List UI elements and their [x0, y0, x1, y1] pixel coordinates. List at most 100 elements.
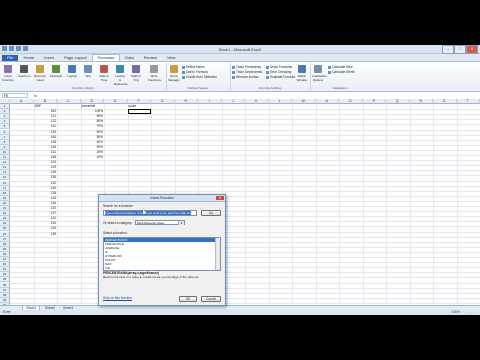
error-icon: [266, 70, 269, 74]
zoom-level[interactable]: 100%: [452, 310, 460, 315]
category-label: Or select a category:: [103, 221, 133, 225]
column-header[interactable]: A: [10, 99, 34, 104]
tab-data[interactable]: Data: [120, 55, 138, 61]
more-functions-button[interactable]: More Functions: [148, 65, 161, 82]
column-header[interactable]: E: [104, 99, 128, 104]
grid-line: [10, 236, 480, 238]
function-list[interactable]: PERCENTRANK PERCENTILE AVERAGE IF HYPERLINK C…: [103, 237, 221, 271]
logical-icon: [68, 65, 76, 73]
defined-names-group: Name Manager Define Name Use in Formula …: [166, 63, 231, 90]
column-header[interactable]: H: [174, 99, 198, 104]
column-header[interactable]: G: [151, 99, 175, 104]
column-header[interactable]: C: [57, 99, 81, 104]
tab-file[interactable]: File: [2, 55, 19, 61]
category-select[interactable]: Most Recently Used ▾: [135, 220, 185, 225]
grid-line: [10, 211, 480, 213]
cell-header[interactable]: SBP: [34, 104, 58, 109]
evaluate-formula-button[interactable]: Evaluate Formula: [266, 75, 295, 79]
list-scrollbar[interactable]: [215, 238, 220, 270]
column-header[interactable]: L: [268, 99, 292, 104]
name-box[interactable]: F5: [2, 93, 28, 98]
cell-sbp[interactable]: 139: [34, 232, 58, 237]
tab-review[interactable]: Review: [139, 55, 162, 61]
cell-header[interactable]: percentile: [81, 104, 105, 109]
dialog-title: Insert Function ✕: [99, 195, 225, 202]
column-header[interactable]: K: [245, 99, 269, 104]
defined-names-label: Defined Names: [187, 86, 209, 90]
calculate-now-button[interactable]: Calculate Now: [328, 65, 353, 69]
watch-window-button[interactable]: Watch Window: [296, 65, 308, 82]
select-function-label: Select a function:: [103, 231, 128, 235]
title-bar: Book1 - Microsoft Excel – □ ✕: [0, 45, 480, 54]
date-time-button[interactable]: Date & Time: [98, 65, 110, 82]
autosum-button[interactable]: AutoSum: [18, 65, 30, 78]
column-header[interactable]: I: [198, 99, 222, 104]
grid-line: [10, 216, 480, 218]
trace-precedents-button[interactable]: Trace Precedents: [232, 65, 261, 69]
define-name-button[interactable]: Define Name: [182, 65, 205, 69]
column-header[interactable]: J: [221, 99, 245, 104]
calculator-icon: [314, 65, 322, 73]
logical-button[interactable]: Logical: [66, 65, 78, 78]
column-header[interactable]: Q: [386, 99, 410, 104]
help-link[interactable]: Help on this function: [103, 296, 132, 300]
grid-line: [10, 246, 480, 248]
grid-line: [10, 262, 480, 264]
window-controls: – □ ✕: [442, 45, 478, 54]
column-header[interactable]: S: [433, 99, 457, 104]
grid-line: [10, 257, 480, 258]
formula-icon: [182, 70, 185, 74]
status-bar: Enter 100%: [0, 310, 480, 315]
grid-line: [10, 226, 480, 228]
close-button[interactable]: ✕: [466, 45, 478, 54]
column-header[interactable]: R: [409, 99, 433, 104]
window-title: Book1 - Microsoft Excel: [218, 46, 261, 52]
calculation-options-button[interactable]: Calculation Options: [312, 65, 327, 82]
fx-label[interactable]: fx: [34, 93, 37, 98]
error-checking-button[interactable]: Error Checking: [266, 70, 291, 74]
go-button[interactable]: Go: [201, 210, 221, 216]
column-header[interactable]: O: [339, 99, 363, 104]
math-trig-button[interactable]: Math & Trig: [130, 65, 142, 82]
fx-icon: [4, 65, 12, 73]
grid-line: [10, 200, 480, 202]
remove-arrows-button[interactable]: Remove Arrows: [232, 75, 259, 79]
name-manager-button[interactable]: Name Manager: [168, 65, 180, 82]
show-formulas-button[interactable]: Show Formulas: [266, 65, 292, 69]
tab-insert[interactable]: Insert: [39, 55, 59, 61]
minimize-button[interactable]: –: [442, 45, 454, 54]
create-from-selection-button[interactable]: Create from Selection: [182, 75, 217, 79]
cancel-button[interactable]: Cancel: [201, 296, 221, 302]
financial-button[interactable]: Financial: [50, 65, 62, 78]
spreadsheet-grid[interactable]: A B C D E F G H I J K L M N O P Q R S T 1 2 160 100% 3 121 90% 4 122…: [0, 99, 480, 309]
maximize-button[interactable]: □: [454, 45, 466, 54]
column-header[interactable]: M: [292, 99, 316, 104]
column-header[interactable]: N: [315, 99, 339, 104]
sigma-icon: [20, 65, 28, 73]
tab-formulas[interactable]: Formulas: [91, 54, 121, 61]
calculate-sheet-button[interactable]: Calculate Sheet: [328, 70, 355, 74]
search-input[interactable]: Type a brief description of what you wan…: [103, 210, 197, 216]
dialog-close-button[interactable]: ✕: [216, 195, 224, 200]
status-mode: Enter: [3, 310, 11, 314]
text-button[interactable]: Text: [82, 65, 94, 78]
active-cell[interactable]: [127, 109, 151, 115]
tab-page-layout[interactable]: Page Layout: [59, 55, 91, 61]
recently-used-button[interactable]: Recently Used: [34, 65, 46, 82]
calculation-label: Calculation: [332, 86, 348, 90]
selection-icon: [182, 75, 185, 79]
lookup-reference-button[interactable]: Lookup & Reference: [114, 65, 128, 86]
tab-view[interactable]: View: [162, 55, 181, 61]
formula-auditing-label: Formula Auditing: [258, 86, 282, 90]
tab-home[interactable]: Home: [18, 55, 39, 61]
text-icon: [84, 65, 92, 73]
use-in-formula-button[interactable]: Use in Formula: [182, 70, 208, 74]
column-header[interactable]: T: [456, 99, 480, 104]
trace-dependents-button[interactable]: Trace Dependents: [232, 70, 262, 74]
grid-line: [10, 241, 480, 243]
column-header[interactable]: P: [362, 99, 386, 104]
lookup-icon: [116, 65, 124, 73]
cell-percentile[interactable]: 10%: [81, 155, 105, 160]
ok-button[interactable]: OK: [179, 296, 197, 302]
insert-function-button[interactable]: Insert Function: [2, 65, 14, 82]
